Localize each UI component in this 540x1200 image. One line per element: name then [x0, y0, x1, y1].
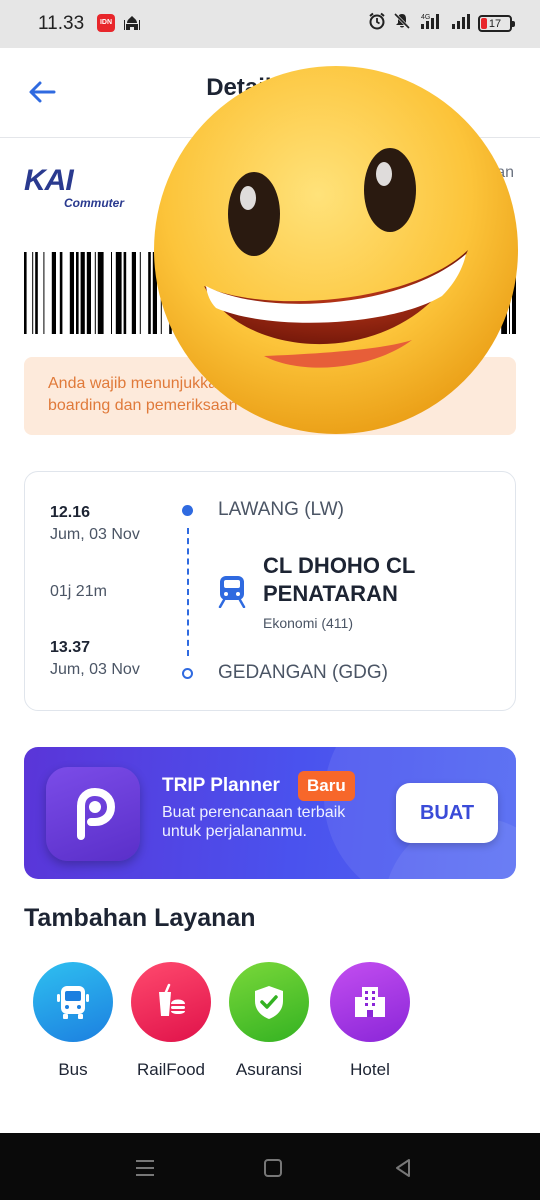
kai-logo-main: KAI [24, 164, 74, 197]
service-bus[interactable]: Bus [23, 962, 123, 1080]
mosque-icon [123, 14, 141, 37]
signal-4g-icon: 4G [418, 12, 444, 35]
journey-card: 12.16 Jum, 03 Nov 01j 21m 13.37 Jum, 03 … [24, 471, 516, 711]
grinning-face-emoji-icon [154, 66, 518, 434]
trip-planner-banner[interactable]: TRIP Planner Baru Buat perencanaan terba… [24, 747, 516, 879]
route-line [187, 528, 189, 656]
nav-home-button[interactable] [258, 1153, 288, 1183]
departure-time: 12.16 [50, 504, 91, 521]
back-triangle-icon [396, 1159, 410, 1177]
svg-text:4G: 4G [421, 14, 430, 21]
origin-dot [182, 505, 193, 516]
service-asuransi[interactable]: Asuransi [219, 962, 319, 1080]
train-name: CL DHOHO CL PENATARAN [263, 553, 415, 606]
alarm-icon [368, 12, 386, 35]
services-title: Tambahan Layanan [24, 904, 256, 932]
planner-p-icon [77, 787, 116, 840]
service-hotel[interactable]: Hotel [320, 962, 420, 1080]
home-square-icon [264, 1159, 282, 1177]
arrival-time: 13.37 [50, 639, 91, 656]
create-trip-button[interactable]: BUAT [396, 783, 498, 843]
shield-icon [229, 962, 309, 1042]
status-time: 11.33 [38, 13, 85, 34]
new-badge: Baru [298, 771, 355, 801]
status-bar: 11.33 IDN 4G 17 [0, 0, 540, 48]
mute-icon [393, 12, 411, 35]
service-label: Hotel [350, 1060, 390, 1079]
service-railfood[interactable]: RailFood [121, 962, 221, 1080]
kai-logo-text: KAI [24, 166, 144, 196]
hotel-icon [330, 962, 410, 1042]
destination-dot [182, 668, 193, 679]
train-class: Ekonomi (411) [263, 615, 354, 631]
idn-app-icon: IDN [97, 14, 115, 32]
battery-level: 17 [488, 17, 502, 30]
bus-icon [33, 962, 113, 1042]
trip-planner-title: TRIP Planner [162, 775, 280, 796]
destination-station: GEDANGAN (GDG) [218, 662, 388, 683]
system-nav-bar [0, 1133, 540, 1200]
service-label: Bus [58, 1060, 88, 1079]
menu-icon [136, 1160, 154, 1176]
food-icon [131, 962, 211, 1042]
origin-station: LAWANG (LW) [218, 499, 344, 520]
arrival-date: Jum, 03 Nov [50, 661, 140, 678]
train-icon [218, 576, 246, 608]
kai-logo-sub: Commuter [64, 196, 125, 210]
trip-duration: 01j 21m [50, 583, 107, 600]
nav-back-button[interactable] [388, 1153, 418, 1183]
signal-icon [451, 12, 471, 35]
kai-commuter-logo: KAI Commuter [24, 166, 144, 212]
service-label: RailFood [136, 1060, 206, 1079]
service-label: Asuransi [235, 1060, 303, 1079]
departure-date: Jum, 03 Nov [50, 526, 140, 543]
trip-planner-app-icon [46, 767, 140, 861]
nav-menu-button[interactable] [130, 1153, 160, 1183]
trip-planner-description: Buat perencanaan terbaik untuk perjalana… [162, 804, 346, 840]
battery-icon: 17 [478, 15, 515, 32]
